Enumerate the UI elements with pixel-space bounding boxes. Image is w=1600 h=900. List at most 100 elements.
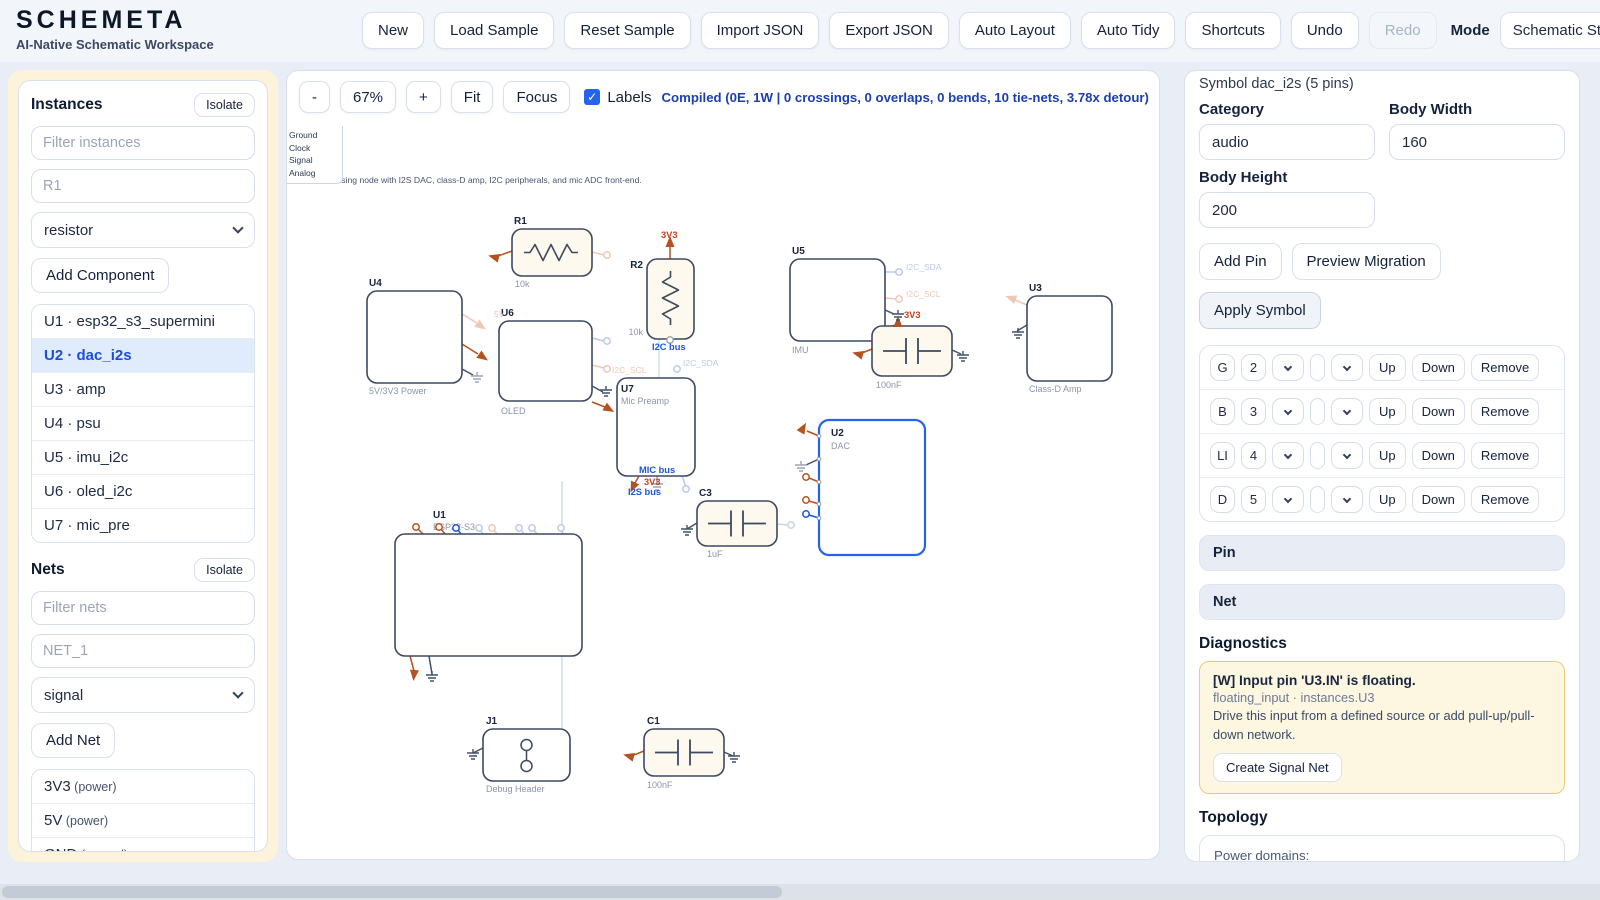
pin-number-input[interactable] [1241, 442, 1266, 469]
component-body[interactable] [499, 321, 592, 401]
instance-item[interactable]: U6 · oled_i2c [32, 474, 254, 508]
net-section-header[interactable]: Net [1199, 584, 1565, 620]
filter-nets-input[interactable] [31, 591, 255, 625]
pin-circle[interactable] [558, 525, 564, 531]
component-J1[interactable]: J1Debug Header [483, 716, 570, 794]
pin-circle[interactable] [516, 525, 522, 531]
add-component-button[interactable]: Add Component [31, 258, 169, 293]
pin-circle[interactable] [674, 366, 680, 372]
zoom-in-button[interactable]: + [406, 81, 441, 113]
net-type-select[interactable]: signal [31, 677, 255, 713]
pin-circle[interactable] [413, 524, 419, 530]
component-body[interactable] [367, 291, 462, 383]
category-input[interactable] [1199, 124, 1375, 160]
toolbar-button-export-json[interactable]: Export JSON [829, 12, 949, 49]
instance-type-select[interactable]: resistor [31, 212, 255, 248]
toolbar-button-reset-sample[interactable]: Reset Sample [564, 12, 690, 49]
pin-offset-input[interactable] [1310, 398, 1325, 425]
net-item[interactable]: GND (ground) [32, 837, 254, 852]
pin-circle[interactable] [489, 525, 495, 531]
net-name-input[interactable] [31, 634, 255, 668]
component-body[interactable] [395, 534, 582, 656]
component-U2[interactable]: U2DAC [819, 420, 925, 555]
apply-symbol-button[interactable]: Apply Symbol [1199, 292, 1321, 329]
pin-section-header[interactable]: Pin [1199, 535, 1565, 571]
pin-circle[interactable] [604, 338, 610, 344]
instance-item[interactable]: U5 · imu_i2c [32, 440, 254, 474]
pin-offset-input[interactable] [1310, 486, 1325, 513]
pin-name-input[interactable] [1210, 442, 1235, 469]
component-U7[interactable]: U7Mic Preamp [617, 378, 695, 476]
instance-name-input[interactable] [31, 169, 255, 203]
pin-kind-select[interactable] [1331, 398, 1363, 425]
add-net-button[interactable]: Add Net [31, 723, 115, 758]
fit-button[interactable]: Fit [451, 81, 494, 113]
labels-checkbox-icon[interactable]: ✓ [584, 89, 600, 105]
body-height-input[interactable] [1199, 192, 1375, 228]
pin-side-select[interactable] [1272, 354, 1304, 381]
pin-remove-button[interactable]: Remove [1471, 486, 1539, 513]
pin-circle[interactable] [436, 524, 442, 530]
focus-button[interactable]: Focus [503, 81, 570, 113]
toolbar-button-auto-layout[interactable]: Auto Layout [959, 12, 1071, 49]
pin-circle[interactable] [803, 497, 809, 503]
pin-kind-select[interactable] [1331, 354, 1363, 381]
pin-up-button[interactable]: Up [1369, 442, 1406, 469]
instance-item[interactable]: U3 · amp [32, 372, 254, 406]
instance-item[interactable]: U4 · psu [32, 406, 254, 440]
pin-remove-button[interactable]: Remove [1471, 398, 1539, 425]
component-U1[interactable]: U1ESP32-S3 [395, 510, 582, 656]
pin-circle[interactable] [803, 474, 809, 480]
instance-item[interactable]: U7 · mic_pre [32, 508, 254, 542]
pin-circle[interactable] [604, 366, 610, 372]
pin-number-input[interactable] [1241, 486, 1266, 513]
pin-circle[interactable] [896, 269, 902, 275]
pin-circle[interactable] [683, 486, 689, 492]
pin-circle[interactable] [476, 525, 482, 531]
pin-circle[interactable] [788, 522, 794, 528]
toolbar-button-load-sample[interactable]: Load Sample [434, 12, 554, 49]
schematic-canvas[interactable]: R110kR210kU45V/3V3 PowerU6OLEDU7Mic Prea… [287, 126, 1159, 859]
toolbar-button-new[interactable]: New [362, 12, 424, 49]
component-U4[interactable]: U45V/3V3 Power [367, 278, 462, 396]
pin-side-select[interactable] [1272, 398, 1304, 425]
pin-kind-select[interactable] [1331, 486, 1363, 513]
toolbar-button-auto-tidy[interactable]: Auto Tidy [1081, 12, 1176, 49]
pin-remove-button[interactable]: Remove [1471, 354, 1539, 381]
pin-down-button[interactable]: Down [1412, 442, 1465, 469]
pin-offset-input[interactable] [1310, 442, 1325, 469]
pin-circle[interactable] [529, 525, 535, 531]
pin-name-input[interactable] [1210, 486, 1235, 513]
pin-circle[interactable] [896, 296, 902, 302]
pin-name-input[interactable] [1210, 398, 1235, 425]
pin-up-button[interactable]: Up [1369, 354, 1406, 381]
pin-number-input[interactable] [1241, 354, 1266, 381]
horizontal-scrollbar[interactable] [0, 884, 1600, 900]
component-body[interactable] [1027, 296, 1112, 381]
mode-select[interactable]: Schematic Stub [1500, 12, 1600, 49]
pin-side-select[interactable] [1272, 442, 1304, 469]
horizontal-scrollbar-thumb[interactable] [2, 886, 782, 898]
pin-circle[interactable] [453, 525, 459, 531]
component-U3[interactable]: U3Class-D Amp [1027, 283, 1112, 394]
toolbar-button-undo[interactable]: Undo [1291, 12, 1359, 49]
pin-up-button[interactable]: Up [1369, 398, 1406, 425]
instances-isolate-button[interactable]: Isolate [194, 93, 255, 117]
toolbar-button-shortcuts[interactable]: Shortcuts [1185, 12, 1280, 49]
pin-name-input[interactable] [1210, 354, 1235, 381]
nets-isolate-button[interactable]: Isolate [194, 558, 255, 582]
component-U6[interactable]: U6OLED [499, 308, 592, 416]
body-width-input[interactable] [1389, 124, 1565, 160]
net-item[interactable]: 5V (power) [32, 803, 254, 837]
pin-down-button[interactable]: Down [1412, 398, 1465, 425]
pin-down-button[interactable]: Down [1412, 354, 1465, 381]
component-cap[interactable]: 100nF [872, 326, 952, 390]
instance-item[interactable]: U1 · esp32_s3_supermini [32, 305, 254, 338]
create-signal-net-button[interactable]: Create Signal Net [1213, 753, 1342, 782]
component-R2[interactable]: R210k [628, 259, 694, 339]
pin-number-input[interactable] [1241, 398, 1266, 425]
pin-remove-button[interactable]: Remove [1471, 442, 1539, 469]
schematic-svg[interactable]: R110kR210kU45V/3V3 PowerU6OLEDU7Mic Prea… [287, 126, 1159, 859]
pin-circle[interactable] [803, 511, 809, 517]
component-C1[interactable]: C1100nF [644, 716, 724, 790]
